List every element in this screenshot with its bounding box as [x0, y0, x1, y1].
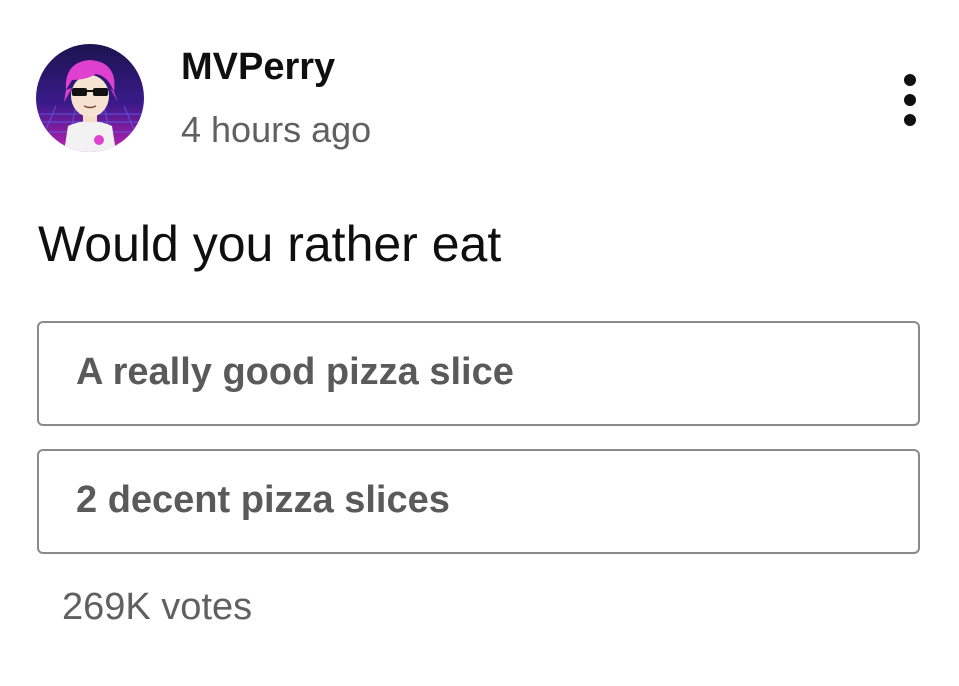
avatar-icon: [36, 44, 144, 152]
vote-count: 269K votes: [62, 586, 253, 628]
author-avatar[interactable]: [36, 44, 144, 152]
post-timestamp: 4 hours ago: [181, 109, 372, 150]
author-name[interactable]: MVPerry: [181, 44, 335, 90]
poll-option-label: A really good pizza slice: [76, 351, 514, 393]
more-options-button[interactable]: [888, 70, 932, 130]
poll-post: MVPerry 4 hours ago Would you rather eat…: [0, 0, 959, 686]
poll-question: Would you rather eat: [38, 216, 502, 272]
poll-option-label: 2 decent pizza slices: [76, 479, 450, 521]
poll-option-1[interactable]: A really good pizza slice: [37, 321, 920, 426]
poll-option-2[interactable]: 2 decent pizza slices: [37, 449, 920, 554]
